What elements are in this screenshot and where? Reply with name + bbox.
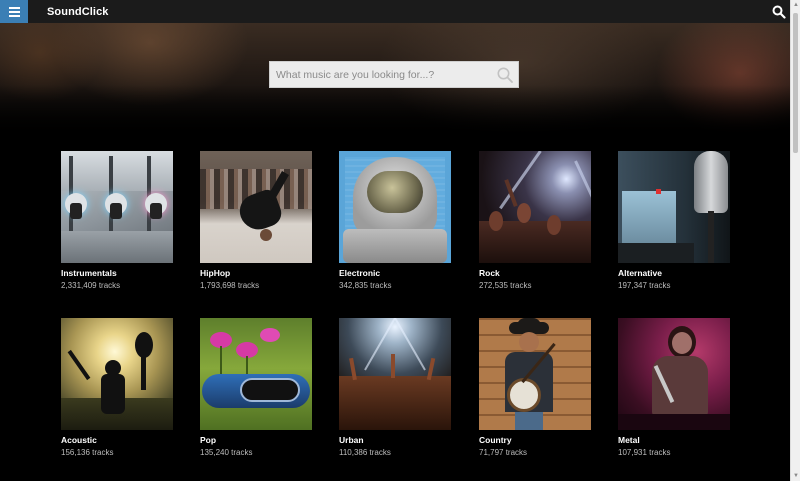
genre-card-acoustic[interactable]: Acoustic 156,136 tracks: [61, 318, 173, 457]
genre-track-count: 197,347 tracks: [618, 281, 671, 290]
genre-track-count: 342,835 tracks: [339, 281, 392, 290]
genre-card-hiphop[interactable]: HipHop 1,793,698 tracks: [200, 151, 312, 290]
genre-image[interactable]: [618, 151, 730, 263]
top-bar: SoundClick: [0, 0, 790, 24]
genre-image[interactable]: [479, 318, 591, 430]
page-scrollbar[interactable]: ▲ ▼: [790, 0, 800, 481]
brand-logo[interactable]: SoundClick: [47, 6, 109, 18]
genre-track-count: 135,240 tracks: [200, 448, 253, 457]
genre-image[interactable]: [200, 151, 312, 263]
genre-title[interactable]: Country: [479, 435, 591, 445]
hamburger-menu-icon: [8, 6, 20, 17]
scrollbar-thumb[interactable]: [793, 13, 798, 153]
genre-title[interactable]: Rock: [479, 268, 591, 278]
genre-image[interactable]: [618, 318, 730, 430]
scroll-down-arrow-icon[interactable]: ▼: [791, 471, 800, 481]
search-field[interactable]: [269, 61, 519, 88]
genre-title[interactable]: Instrumentals: [61, 268, 173, 278]
genre-card-metal[interactable]: Metal 107,931 tracks: [618, 318, 730, 457]
genre-title[interactable]: Alternative: [618, 268, 730, 278]
genre-card-rock[interactable]: Rock 272,535 tracks: [479, 151, 591, 290]
genre-track-count: 110,386 tracks: [339, 448, 391, 457]
search-icon[interactable]: [772, 5, 786, 19]
genre-card-country[interactable]: Country 71,797 tracks: [479, 318, 591, 457]
menu-button[interactable]: [0, 0, 28, 23]
search-input[interactable]: [270, 62, 496, 87]
genre-track-count: 2,331,409 tracks: [61, 281, 121, 290]
genre-image[interactable]: [479, 151, 591, 263]
genre-title[interactable]: Electronic: [339, 268, 451, 278]
genre-title[interactable]: HipHop: [200, 268, 312, 278]
genre-track-count: 272,535 tracks: [479, 281, 532, 290]
genre-track-count: 71,797 tracks: [479, 448, 528, 457]
genre-track-count: 107,931 tracks: [618, 448, 671, 457]
genre-card-electronic[interactable]: Electronic 342,835 tracks: [339, 151, 451, 290]
genre-image[interactable]: [61, 318, 173, 430]
genre-image[interactable]: [200, 318, 312, 430]
genre-image[interactable]: [339, 151, 451, 263]
genre-image[interactable]: [61, 151, 173, 263]
genre-card-pop[interactable]: Pop 135,240 tracks: [200, 318, 312, 457]
scroll-up-arrow-icon[interactable]: ▲: [791, 0, 800, 10]
genre-title[interactable]: Acoustic: [61, 435, 173, 445]
genre-title[interactable]: Metal: [618, 435, 730, 445]
genre-card-alternative[interactable]: Alternative 197,347 tracks: [618, 151, 730, 290]
genre-track-count: 156,136 tracks: [61, 448, 114, 457]
hero-fade: [0, 85, 790, 135]
genre-card-instrumentals[interactable]: Instrumentals 2,331,409 tracks: [61, 151, 173, 290]
genre-title[interactable]: Pop: [200, 435, 312, 445]
search-icon[interactable]: [496, 66, 514, 84]
genre-title[interactable]: Urban: [339, 435, 451, 445]
genre-card-urban[interactable]: Urban 110,386 tracks: [339, 318, 451, 457]
genre-image[interactable]: [339, 318, 451, 430]
genre-track-count: 1,793,698 tracks: [200, 281, 260, 290]
